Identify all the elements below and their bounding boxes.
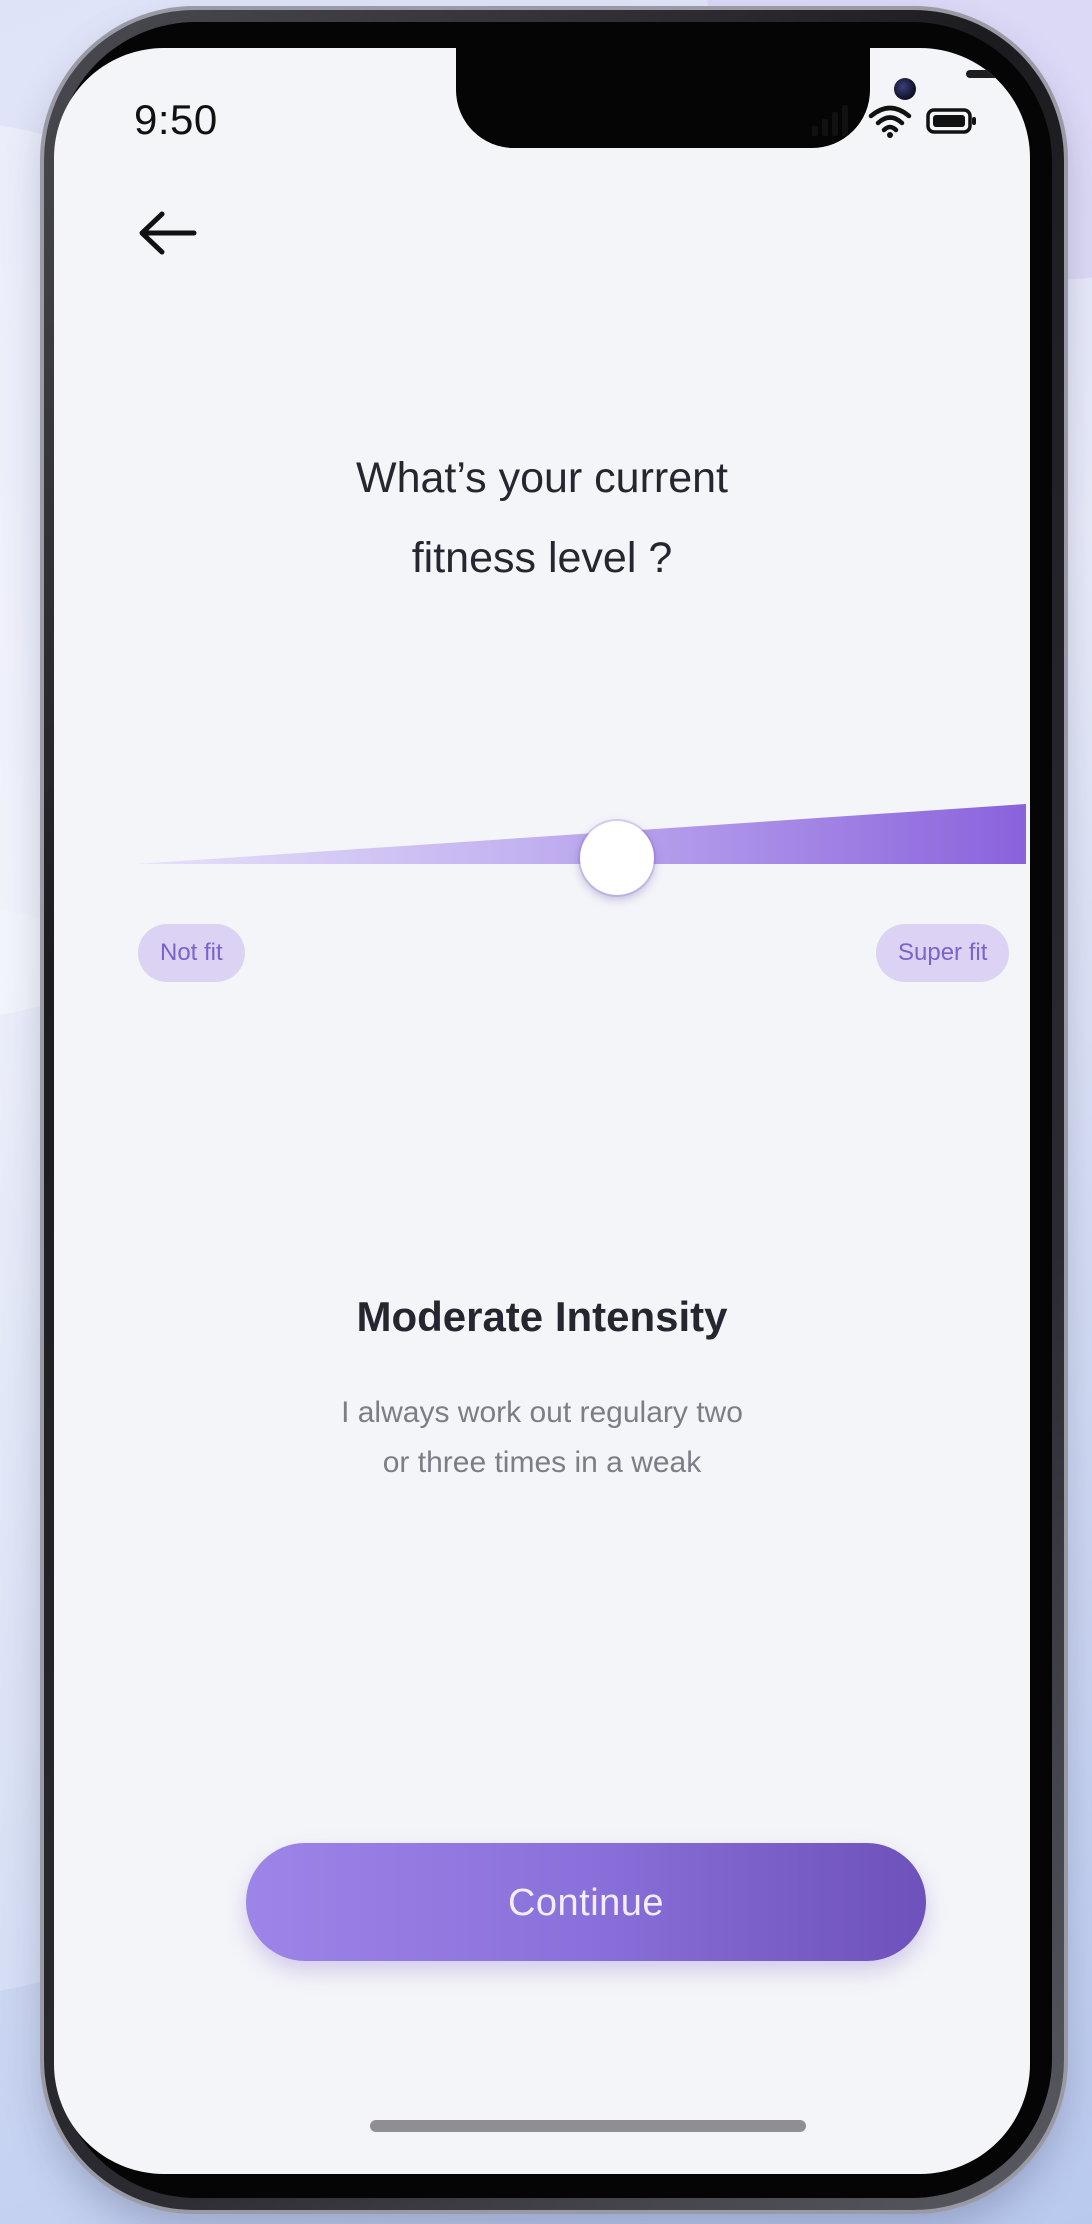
back-button[interactable] [132, 198, 202, 268]
notch [456, 48, 1030, 148]
slider-min-label: Not fit [138, 924, 245, 982]
front-camera [894, 78, 916, 100]
page-title-line: What’s your current [355, 454, 728, 502]
status-icons [810, 104, 978, 143]
slider-max-label: Super fit [876, 924, 1010, 982]
signal-icon [810, 104, 854, 143]
continue-button[interactable]: Continue [246, 1843, 926, 1961]
page-title-line: fitness level ? [411, 534, 673, 582]
intensity-description-line: I always work out regulary two [341, 1396, 743, 1429]
earpiece-speaker [966, 70, 1030, 78]
fitness-level-slider[interactable] [136, 758, 1026, 895]
status-time: 9:50 [134, 96, 218, 143]
page-title: What’s your current fitness level ? [54, 438, 1030, 598]
wifi-icon [868, 104, 912, 143]
intensity-description: I always work out regulary two or three … [54, 1388, 1030, 1488]
slider-thumb[interactable] [580, 821, 654, 895]
intensity-title: Moderate Intensity [356, 1293, 728, 1340]
battery-icon [926, 106, 978, 141]
arrow-left-icon [139, 211, 197, 255]
phone-screen: 9:50 What’s your current fitness level ?… [54, 48, 1030, 2174]
intensity-description-line: or three times in a weak [382, 1446, 702, 1479]
home-indicator [370, 2120, 806, 2132]
